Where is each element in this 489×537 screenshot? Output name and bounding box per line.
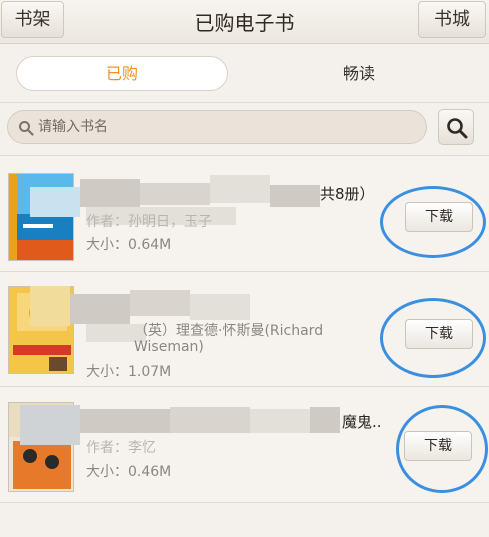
magnifier-icon [447,118,468,139]
search-field[interactable] [7,110,427,144]
book-item[interactable]: 共8册） 作者：孙明日，玉子 大小：0.64M 下载 [0,157,489,272]
book-title: 魔鬼.. [342,413,382,431]
book-item[interactable]: （英）理查德·怀斯曼(Richard Wiseman) 大小：1.07M 下载 [0,272,489,387]
book-author: 作者：孙明日，玉子 [86,214,212,230]
app-root: 书架 已购电子书 书城 已购 畅读 请输入书名 共8册） 作者：孙明日，玉子 大… [0,0,489,537]
tab-free-read[interactable]: 畅读 [264,56,454,91]
book-size: 大小：0.46M [86,464,172,480]
search-input[interactable] [38,111,418,143]
book-author-continued: Wiseman) [134,339,204,355]
search-bar [0,104,489,156]
book-author: （英）理查德·怀斯曼(Richard [134,323,324,339]
page-title: 已购电子书 [194,11,295,35]
tab-track: 已购 畅读 [16,56,476,91]
book-list: 共8册） 作者：孙明日，玉子 大小：0.64M 下载 （英）理查德·怀斯曼(Ri… [0,157,489,503]
book-title: 共8册） [320,185,375,203]
book-size: 大小：0.64M [86,237,172,253]
download-button[interactable]: 下载 [405,202,473,232]
book-author: 作者：李忆 [86,440,156,456]
search-button[interactable] [438,109,474,145]
book-item[interactable]: 魔鬼.. 作者：李忆 大小：0.46M 下载 [0,387,489,503]
search-icon [19,121,34,136]
top-bar: 书架 已购电子书 书城 [0,0,489,44]
bookstore-button[interactable]: 书城 [418,1,486,38]
download-button[interactable]: 下载 [405,319,473,349]
download-button[interactable]: 下载 [404,431,472,461]
tab-purchased[interactable]: 已购 [16,56,228,91]
book-size: 大小：1.07M [86,364,172,380]
tab-bar: 已购 畅读 [0,45,489,103]
